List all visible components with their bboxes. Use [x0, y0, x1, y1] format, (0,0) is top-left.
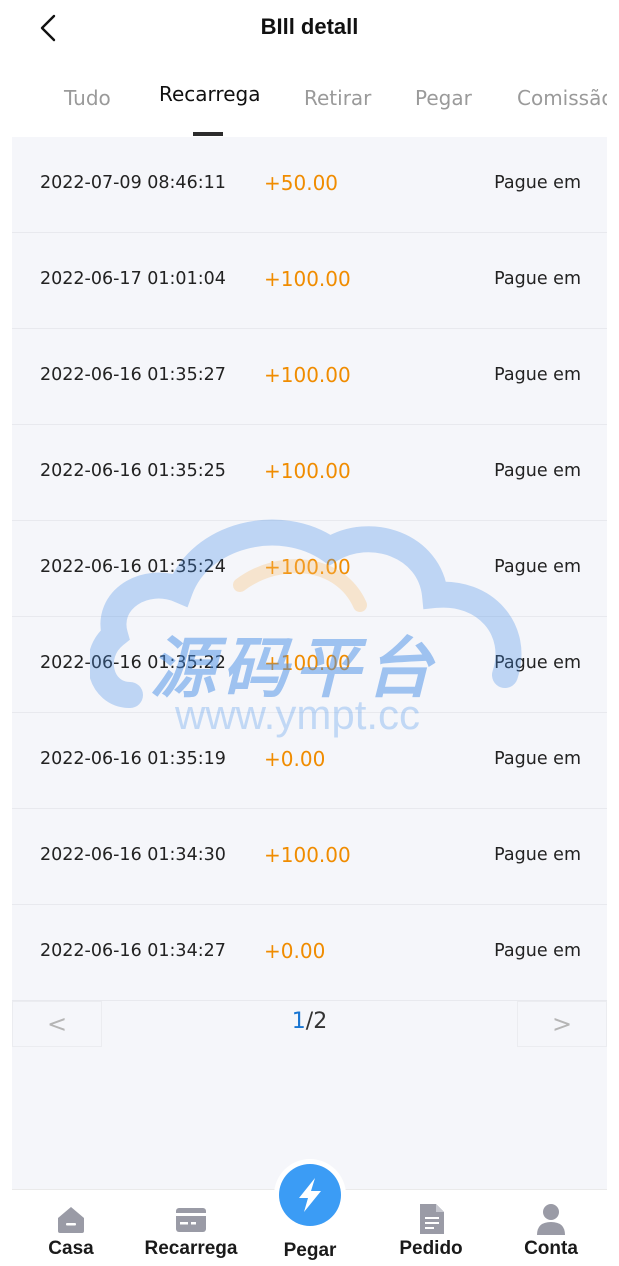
tabbar-label: Conta	[524, 1238, 578, 1259]
tabbar-label: Recarrega	[144, 1238, 238, 1259]
record-status: Pague em	[494, 461, 581, 481]
list-item[interactable]: 2022-06-16 01:34:30 +100.00 Pague em	[12, 809, 607, 905]
record-date: 2022-06-16 01:35:25	[40, 461, 226, 481]
current-page: 1	[291, 1009, 306, 1034]
lightning-icon	[299, 1178, 321, 1212]
tabbar-item-recarrega[interactable]: Recarrega	[136, 1202, 246, 1260]
list-item[interactable]: 2022-07-09 08:46:11 +50.00 Pague em	[12, 137, 607, 233]
record-status: Pague em	[494, 557, 581, 577]
record-date: 2022-06-16 01:35:24	[40, 557, 226, 577]
record-status: Pague em	[494, 365, 581, 385]
record-date: 2022-06-16 01:35:19	[40, 749, 226, 769]
record-date: 2022-06-16 01:35:22	[40, 653, 226, 673]
tab-recarrega[interactable]: Recarrega	[159, 82, 260, 106]
list-item[interactable]: 2022-06-16 01:35:19 +0.00 Pague em	[12, 713, 607, 809]
total-pages: 2	[313, 1009, 328, 1034]
pagination: < 1/2 >	[12, 1001, 607, 1047]
record-status: Pague em	[494, 653, 581, 673]
record-status: Pague em	[494, 845, 581, 865]
record-amount: +100.00	[264, 267, 351, 291]
tabbar-item-casa[interactable]: Casa	[16, 1202, 126, 1260]
list-item[interactable]: 2022-06-17 01:01:04 +100.00 Pague em	[12, 233, 607, 329]
record-amount: +50.00	[264, 171, 339, 195]
house-icon	[58, 1207, 84, 1233]
tabbar-label-pegar[interactable]: Pegar	[260, 1240, 360, 1262]
bill-list: 2022-07-09 08:46:11 +50.00 Pague em 2022…	[12, 137, 607, 1001]
list-item[interactable]: 2022-06-16 01:35:24 +100.00 Pague em	[12, 521, 607, 617]
record-status: Pague em	[494, 749, 581, 769]
list-item[interactable]: 2022-06-16 01:34:27 +0.00 Pague em	[12, 905, 607, 1001]
list-item[interactable]: 2022-06-16 01:35:27 +100.00 Pague em	[12, 329, 607, 425]
tab-pegar[interactable]: Pegar	[415, 86, 472, 110]
record-amount: +0.00	[264, 747, 326, 771]
tab-retirar[interactable]: Retirar	[304, 86, 371, 110]
record-status: Pague em	[494, 173, 581, 193]
record-date: 2022-07-09 08:46:11	[40, 173, 226, 193]
card-icon	[176, 1208, 206, 1232]
document-icon	[420, 1204, 444, 1234]
page-title: BIll detall	[260, 14, 359, 39]
pegar-center-button[interactable]	[274, 1159, 346, 1231]
record-amount: +100.00	[264, 843, 351, 867]
list-item[interactable]: 2022-06-16 01:35:22 +100.00 Pague em	[12, 617, 607, 713]
record-date: 2022-06-16 01:35:27	[40, 365, 226, 385]
tabbar-item-conta[interactable]: Conta	[496, 1202, 606, 1260]
record-date: 2022-06-16 01:34:27	[40, 941, 226, 961]
list-item[interactable]: 2022-06-16 01:35:25 +100.00 Pague em	[12, 425, 607, 521]
pegar-button-circle	[279, 1164, 341, 1226]
record-status: Pague em	[494, 269, 581, 289]
record-date: 2022-06-17 01:01:04	[40, 269, 226, 289]
record-amount: +100.00	[264, 459, 351, 483]
record-amount: +100.00	[264, 651, 351, 675]
person-icon	[537, 1204, 565, 1235]
record-date: 2022-06-16 01:34:30	[40, 845, 226, 865]
header: BIll detall Tudo Recarrega Retirar Pegar…	[12, 0, 607, 137]
record-status: Pague em	[494, 941, 581, 961]
record-amount: +0.00	[264, 939, 326, 963]
next-page-button[interactable]: >	[517, 1001, 607, 1047]
record-amount: +100.00	[264, 363, 351, 387]
filter-tabs: Tudo Recarrega Retirar Pegar Comissão	[12, 82, 607, 137]
tabbar-label: Casa	[48, 1238, 94, 1259]
tabbar-item-pedido[interactable]: Pedido	[376, 1202, 486, 1260]
tab-comissao[interactable]: Comissão	[517, 86, 607, 110]
tab-tudo[interactable]: Tudo	[64, 86, 111, 110]
record-amount: +100.00	[264, 555, 351, 579]
tabbar-label: Pedido	[399, 1238, 463, 1259]
app-frame: BIll detall Tudo Recarrega Retirar Pegar…	[12, 0, 607, 1266]
active-tab-indicator	[193, 132, 223, 136]
